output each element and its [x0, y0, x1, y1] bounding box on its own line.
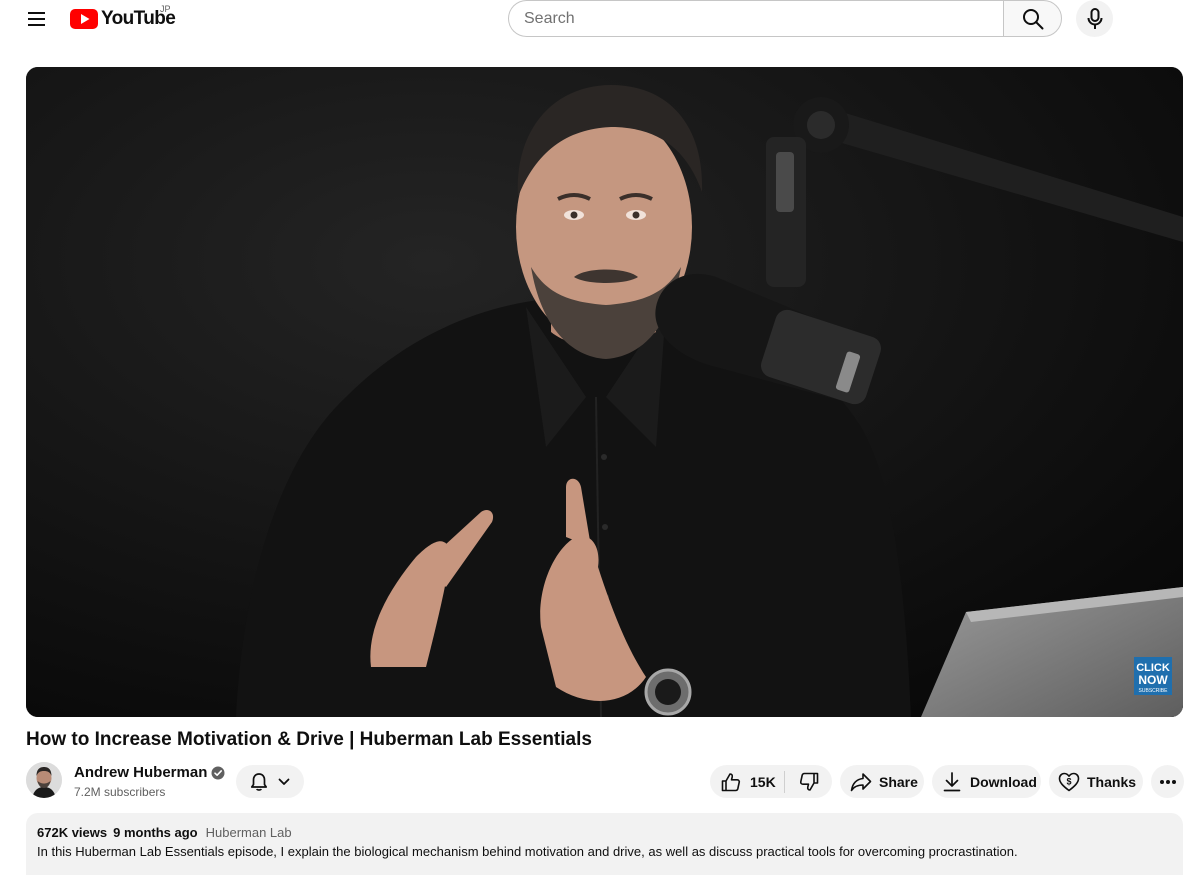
magnifier-icon — [1022, 8, 1043, 29]
channel-name[interactable]: Andrew Huberman — [74, 764, 225, 781]
description-box[interactable]: 672K views 9 months ago Huberman Lab In th… — [26, 813, 1183, 875]
description-meta: 672K views 9 months ago Huberman Lab — [37, 825, 292, 840]
thanks-label: Thanks — [1087, 773, 1137, 790]
voice-search-button[interactable] — [1076, 0, 1113, 37]
description-tag[interactable]: Huberman Lab — [206, 825, 292, 840]
upload-date: 9 months ago — [113, 825, 198, 840]
search-input[interactable] — [509, 1, 1004, 36]
verified-badge-icon — [211, 766, 225, 779]
like-dislike-group: 15K — [710, 765, 832, 798]
chevron-down-icon — [278, 778, 290, 785]
country-code: JP — [160, 4, 171, 14]
avatar-portrait — [26, 762, 62, 798]
download-label: Download — [970, 773, 1037, 790]
channel-name-text: Andrew Huberman — [74, 764, 208, 781]
search-box — [508, 0, 1004, 37]
dislike-button[interactable] — [785, 765, 832, 798]
notification-bell-button[interactable] — [236, 765, 304, 798]
thumbs-down-icon — [799, 772, 818, 791]
guide-menu-button[interactable] — [21, 4, 53, 34]
bell-icon — [250, 772, 268, 791]
description-text: In this Huberman Lab Essentials episode,… — [37, 844, 1018, 859]
ellipsis-icon — [1159, 779, 1176, 784]
video-title: How to Increase Motivation & Drive | Hub… — [26, 729, 592, 750]
channel-avatar[interactable] — [26, 762, 62, 798]
share-button[interactable]: Share — [840, 765, 924, 798]
video-player[interactable]: CLICK NOW SUBSCRIBE — [26, 67, 1183, 717]
like-button[interactable]: 15K — [710, 765, 784, 798]
download-icon — [943, 771, 961, 791]
badge-line-2: NOW — [1138, 673, 1168, 687]
view-count: 672K views — [37, 825, 108, 840]
badge-line-3: SUBSCRIBE — [1139, 688, 1169, 694]
share-label: Share — [879, 773, 918, 790]
video-frame: CLICK NOW SUBSCRIBE — [26, 67, 1183, 717]
microphone-icon — [1087, 7, 1102, 29]
heart-dollar-icon: $ — [1058, 772, 1080, 791]
download-button[interactable]: Download — [932, 765, 1041, 798]
youtube-play-logo-icon — [70, 9, 98, 29]
thanks-button[interactable]: $ Thanks — [1049, 765, 1143, 798]
hamburger-icon — [28, 12, 45, 26]
subscriber-count: 7.2M subscribers — [74, 785, 166, 799]
more-actions-button[interactable] — [1151, 765, 1184, 798]
masthead: YouTube JP — [0, 0, 1200, 38]
svg-text:$: $ — [1066, 776, 1071, 786]
like-count: 15K — [750, 773, 776, 790]
search-button[interactable] — [1003, 0, 1062, 37]
share-arrow-icon — [850, 772, 872, 791]
thumbs-up-icon — [721, 772, 741, 791]
click-now-subscribe-badge[interactable]: CLICK NOW SUBSCRIBE — [1134, 657, 1172, 695]
